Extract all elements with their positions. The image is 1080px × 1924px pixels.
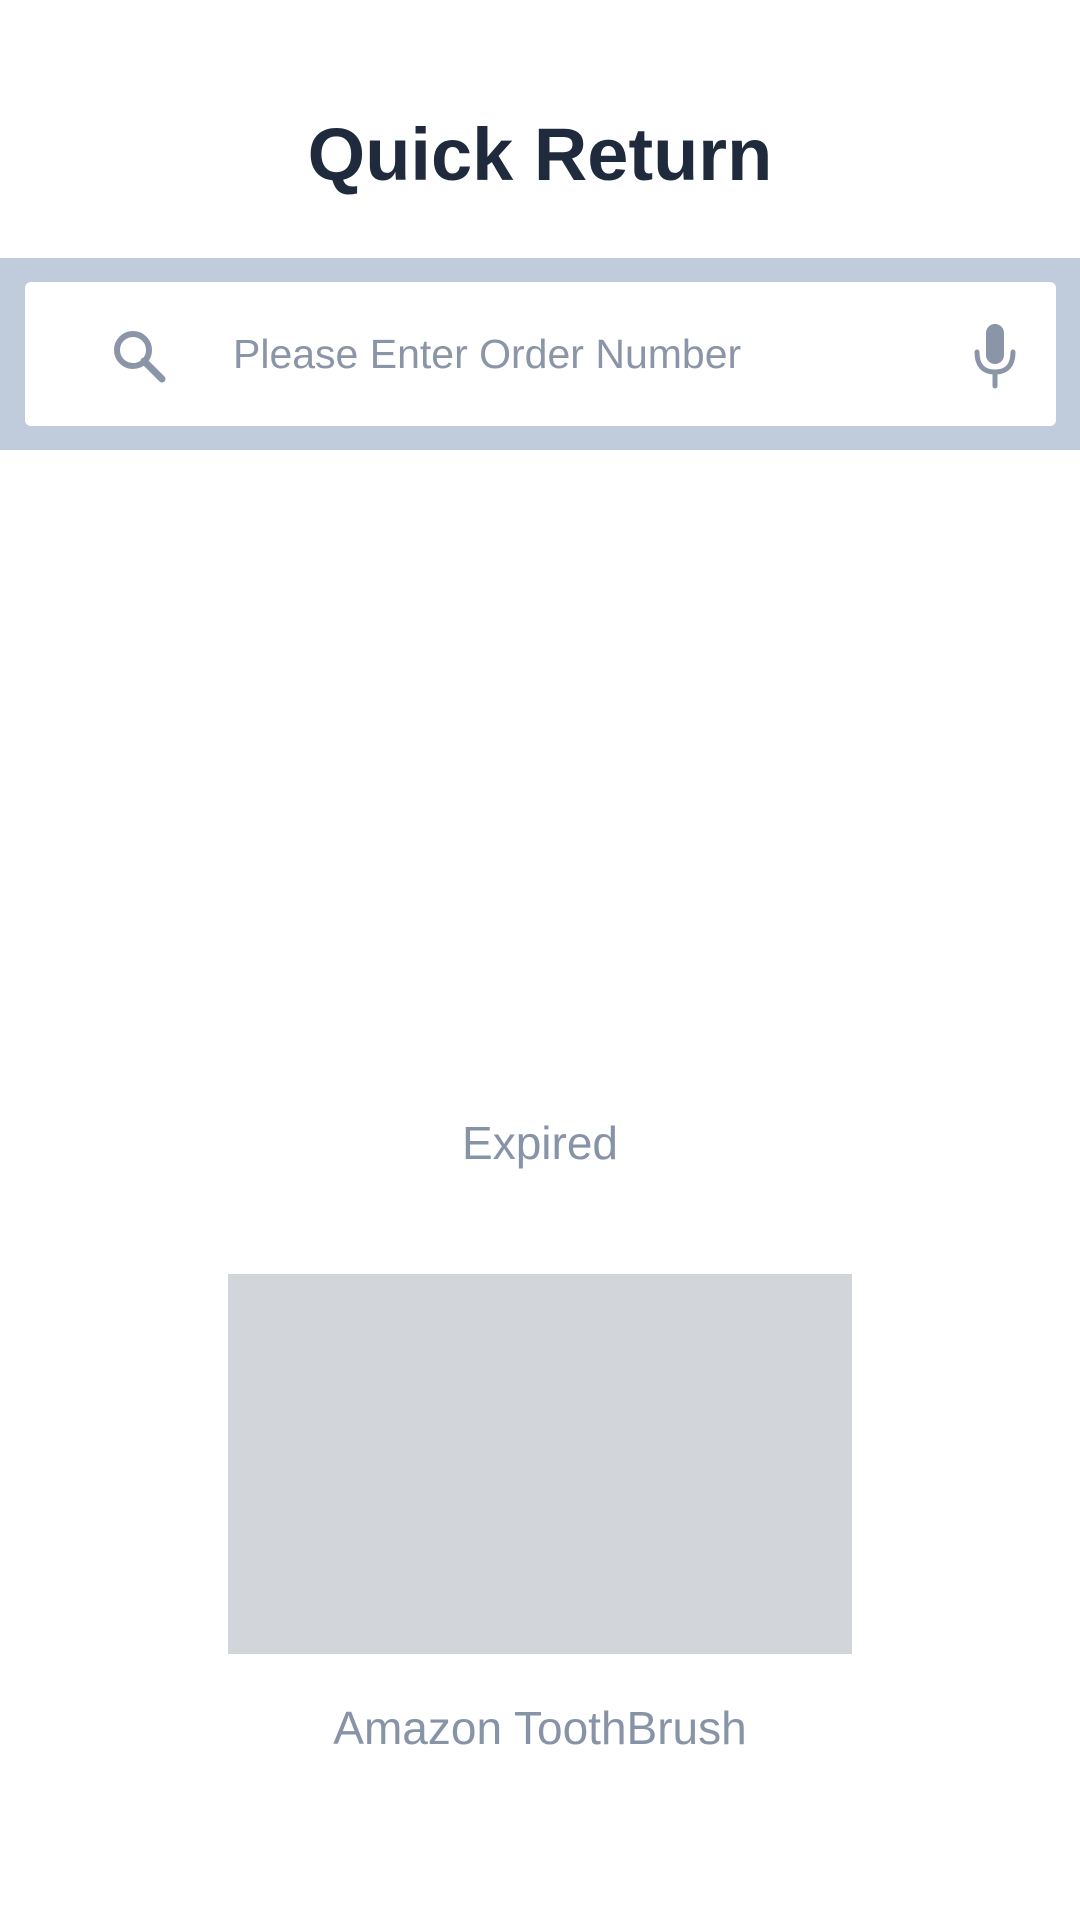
search-icon[interactable]: [109, 326, 169, 386]
page-title: Quick Return: [307, 113, 773, 196]
quick-return-screen: Quick Return Expired Amazon ToothBrush: [0, 0, 1080, 1924]
product-image-placeholder[interactable]: [228, 1274, 852, 1654]
search-bar: [0, 258, 1080, 450]
order-status-label: Expired: [462, 1117, 618, 1169]
search-box[interactable]: [25, 282, 1056, 426]
order-number-input[interactable]: [207, 282, 927, 426]
product-name[interactable]: Amazon ToothBrush: [290, 1697, 790, 1759]
microphone-icon[interactable]: [965, 322, 1025, 390]
